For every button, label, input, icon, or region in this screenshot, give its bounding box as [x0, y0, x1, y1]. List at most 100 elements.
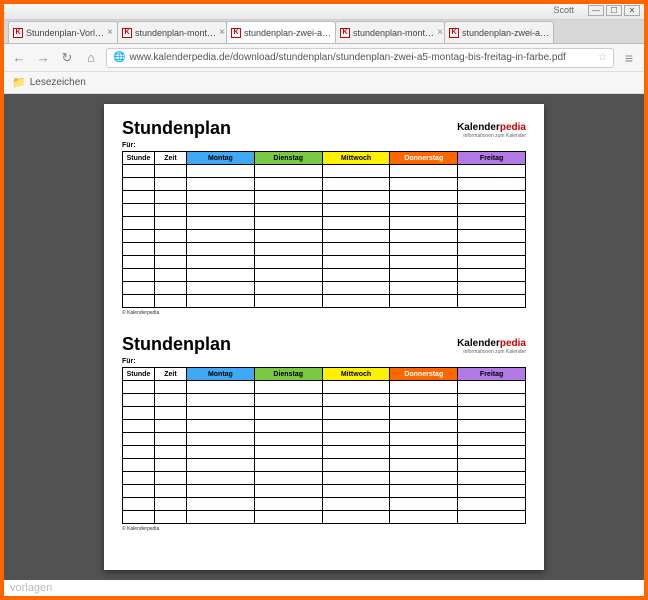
table-row: [123, 295, 526, 308]
col-thu: Donnerstag: [390, 368, 458, 381]
table-cell: [254, 217, 322, 230]
table-cell: [187, 295, 255, 308]
footer: vorlagen: [4, 580, 644, 596]
col-thu: Donnerstag: [390, 152, 458, 165]
brand-sub: Informationen zum Kalender: [457, 349, 526, 355]
table-cell: [155, 472, 187, 485]
table-row: [123, 511, 526, 524]
tab-close-icon[interactable]: ×: [552, 27, 554, 38]
table-cell: [187, 459, 255, 472]
table-cell: [390, 178, 458, 191]
table-cell: [458, 269, 526, 282]
tab-close-icon[interactable]: ×: [107, 27, 113, 38]
copyright: © Kalenderpedia: [122, 310, 526, 316]
table-row: [123, 204, 526, 217]
table-cell: [458, 256, 526, 269]
table-cell: [155, 511, 187, 524]
table-cell: [155, 243, 187, 256]
table-cell: [322, 191, 390, 204]
table-cell: [322, 204, 390, 217]
table-cell: [155, 165, 187, 178]
table-cell: [390, 204, 458, 217]
table-cell: [322, 407, 390, 420]
table-cell: [187, 165, 255, 178]
table-cell: [155, 459, 187, 472]
table-cell: [123, 472, 155, 485]
table-row: [123, 433, 526, 446]
table-cell: [123, 217, 155, 230]
address-bar[interactable]: 🌐 www.kalenderpedia.de/download/stundenp…: [106, 48, 614, 68]
table-cell: [390, 217, 458, 230]
col-mon: Montag: [187, 152, 255, 165]
table-cell: [458, 446, 526, 459]
bookmark-star-icon[interactable]: ☆: [598, 52, 607, 63]
tab-label: stundenplan-zwei-a…: [462, 28, 549, 38]
table-cell: [123, 446, 155, 459]
browser-tab[interactable]: K stundenplan-mont… ×: [335, 21, 445, 43]
table-cell: [155, 407, 187, 420]
table-cell: [187, 394, 255, 407]
bookmark-item[interactable]: Lesezeichen: [30, 77, 86, 88]
tab-close-icon[interactable]: ×: [219, 27, 225, 38]
table-cell: [390, 394, 458, 407]
menu-button[interactable]: ≡: [620, 50, 638, 66]
table-cell: [187, 472, 255, 485]
tab-close-icon[interactable]: ×: [437, 27, 443, 38]
table-cell: [187, 511, 255, 524]
site-info-icon: 🌐: [113, 52, 125, 63]
browser-tab[interactable]: K Stundenplan-Vorl… ×: [8, 21, 118, 43]
table-cell: [254, 407, 322, 420]
forward-button[interactable]: →: [34, 49, 52, 67]
table-cell: [390, 407, 458, 420]
table-cell: [155, 295, 187, 308]
table-cell: [187, 178, 255, 191]
reload-button[interactable]: ↻: [58, 49, 76, 67]
table-cell: [322, 217, 390, 230]
table-cell: [322, 178, 390, 191]
table-cell: [390, 295, 458, 308]
table-cell: [390, 191, 458, 204]
table-cell: [390, 459, 458, 472]
minimize-button[interactable]: —: [588, 5, 604, 16]
table-cell: [458, 511, 526, 524]
window-titlebar: Scott — ☐ ✕: [4, 4, 644, 20]
table-cell: [254, 256, 322, 269]
table-cell: [458, 485, 526, 498]
table-cell: [322, 394, 390, 407]
tab-label: stundenplan-mont…: [135, 28, 216, 38]
table-row: [123, 381, 526, 394]
table-cell: [155, 256, 187, 269]
table-cell: [155, 433, 187, 446]
table-cell: [254, 459, 322, 472]
table-cell: [458, 165, 526, 178]
table-cell: [187, 243, 255, 256]
col-zeit: Zeit: [155, 368, 187, 381]
favicon-icon: K: [231, 28, 241, 38]
browser-tab[interactable]: K stundenplan-mont… ×: [117, 21, 227, 43]
table-cell: [123, 191, 155, 204]
browser-tab[interactable]: K stundenplan-zwei-a… ×: [444, 21, 554, 43]
browser-tab[interactable]: K stundenplan-zwei-a… ×: [226, 21, 336, 43]
table-cell: [322, 269, 390, 282]
brand-sub: Informationen zum Kalender: [457, 133, 526, 139]
brand-a: Kalender: [457, 338, 500, 349]
maximize-button[interactable]: ☐: [606, 5, 622, 16]
favicon-icon: K: [13, 28, 23, 38]
table-cell: [390, 511, 458, 524]
tab-label: Stundenplan-Vorl…: [26, 28, 104, 38]
pdf-viewer[interactable]: Stundenplan Kalenderpedia Informationen …: [4, 94, 644, 580]
toolbar: ← → ↻ ⌂ 🌐 www.kalenderpedia.de/download/…: [4, 44, 644, 72]
profile-name[interactable]: Scott: [553, 5, 574, 15]
close-button[interactable]: ✕: [624, 5, 640, 16]
timetable: Stunde Zeit Montag Dienstag Mittwoch Don…: [122, 367, 526, 524]
home-button[interactable]: ⌂: [82, 49, 100, 67]
table-cell: [187, 256, 255, 269]
for-label: Für:: [122, 142, 526, 149]
bookmarks-bar: 📁 Lesezeichen: [4, 72, 644, 94]
table-cell: [155, 446, 187, 459]
table-cell: [254, 269, 322, 282]
table-cell: [254, 498, 322, 511]
back-button[interactable]: ←: [10, 49, 28, 67]
table-cell: [155, 282, 187, 295]
table-cell: [187, 407, 255, 420]
